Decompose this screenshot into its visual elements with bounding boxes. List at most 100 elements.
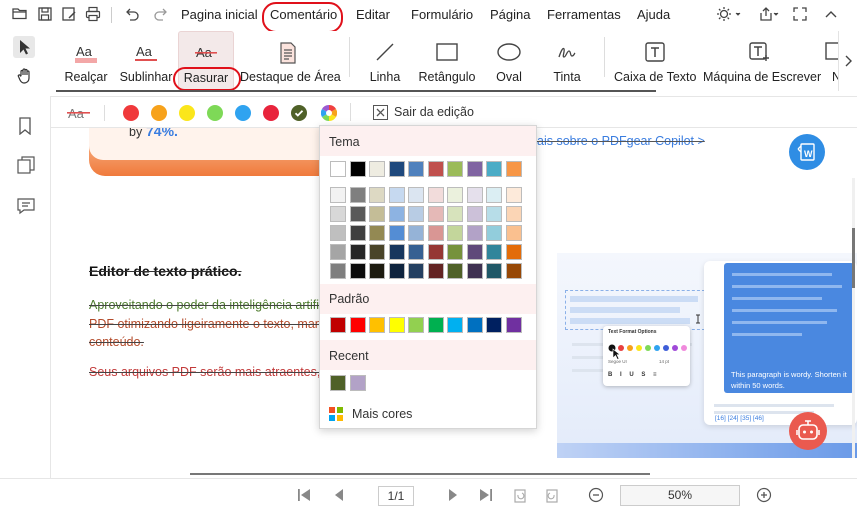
save-icon[interactable]: [37, 6, 55, 24]
zoom-level-field[interactable]: 50%: [620, 485, 740, 506]
tool-sublinhar[interactable]: Aa Sublinhar: [116, 31, 176, 91]
theme-shade-swatch[interactable]: [427, 187, 444, 203]
theme-shade-swatch[interactable]: [369, 187, 385, 203]
theme-shade-swatch[interactable]: [447, 187, 463, 203]
theme-shade-swatch[interactable]: [447, 225, 463, 241]
theme-shade-swatch[interactable]: [349, 187, 366, 203]
theme-color-swatch[interactable]: [505, 161, 522, 177]
theme-color-swatch[interactable]: [349, 161, 366, 177]
rotate-right-icon[interactable]: [544, 487, 560, 503]
theme-shade-swatch[interactable]: [408, 244, 424, 260]
selected-olive-check-icon[interactable]: [291, 105, 307, 121]
color-blue-swatch[interactable]: [235, 105, 251, 121]
tool-realcar[interactable]: Aa Realçar: [60, 31, 112, 91]
menu-formulario[interactable]: Formulário: [411, 7, 473, 22]
theme-shade-swatch[interactable]: [486, 187, 502, 203]
strikethrough-style-icon[interactable]: Aa: [67, 104, 91, 122]
theme-shade-swatch[interactable]: [505, 187, 522, 203]
ai-assistant-robot-icon[interactable]: [789, 412, 827, 450]
theme-shade-swatch[interactable]: [486, 225, 502, 241]
theme-shade-swatch[interactable]: [447, 263, 463, 279]
more-colors-link[interactable]: Mais cores: [352, 407, 412, 421]
theme-shade-swatch[interactable]: [349, 206, 366, 222]
theme-shade-swatch[interactable]: [388, 225, 405, 241]
menu-pagina-inicial[interactable]: Pagina inicial: [181, 7, 258, 22]
tool-maquina-de-escrever[interactable]: Máquina de Escrever: [703, 31, 821, 91]
exit-edit-label[interactable]: Sair da edição: [394, 105, 474, 119]
theme-color-swatch[interactable]: [330, 161, 346, 177]
open-folder-icon[interactable]: [12, 6, 30, 24]
theme-shade-swatch[interactable]: [408, 206, 424, 222]
theme-shade-swatch[interactable]: [388, 206, 405, 222]
theme-shade-swatch[interactable]: [330, 244, 346, 260]
standard-color-swatch[interactable]: [505, 317, 522, 333]
color-red-swatch[interactable]: [123, 105, 139, 121]
theme-shade-swatch[interactable]: [330, 206, 346, 222]
theme-shade-swatch[interactable]: [466, 244, 483, 260]
copilot-link[interactable]: ais sobre o PDFgear Copilot >: [537, 134, 705, 148]
page-number-input[interactable]: 1/1: [378, 486, 414, 506]
theme-color-swatch[interactable]: [408, 161, 424, 177]
theme-shade-swatch[interactable]: [349, 225, 366, 241]
color-orange-swatch[interactable]: [151, 105, 167, 121]
theme-shade-swatch[interactable]: [505, 244, 522, 260]
theme-shade-swatch[interactable]: [427, 263, 444, 279]
theme-shade-swatch[interactable]: [349, 244, 366, 260]
menu-ajuda[interactable]: Ajuda: [637, 7, 670, 22]
bookmark-icon[interactable]: [17, 117, 33, 135]
theme-color-swatch[interactable]: [369, 161, 385, 177]
theme-color-swatch[interactable]: [466, 161, 483, 177]
ribbon-scroll-right-button[interactable]: [838, 31, 857, 91]
hand-pan-icon[interactable]: [16, 67, 34, 85]
doc-vertical-scrollbar[interactable]: [852, 228, 855, 288]
recent-color-swatch[interactable]: [330, 375, 346, 391]
share-icon[interactable]: [758, 6, 779, 24]
menu-pagina[interactable]: Página: [490, 7, 530, 22]
theme-shade-swatch[interactable]: [447, 206, 463, 222]
recent-color-swatch[interactable]: [349, 375, 366, 391]
standard-color-swatch[interactable]: [349, 317, 366, 333]
theme-shade-swatch[interactable]: [466, 187, 483, 203]
theme-shade-swatch[interactable]: [505, 225, 522, 241]
theme-shade-swatch[interactable]: [349, 263, 366, 279]
menu-ferramentas[interactable]: Ferramentas: [547, 7, 621, 22]
standard-color-swatch[interactable]: [408, 317, 424, 333]
theme-shade-swatch[interactable]: [466, 263, 483, 279]
doc-horizontal-scrollbar[interactable]: [190, 473, 650, 475]
theme-shade-swatch[interactable]: [388, 263, 405, 279]
theme-shade-swatch[interactable]: [330, 225, 346, 241]
theme-shade-swatch[interactable]: [330, 263, 346, 279]
theme-shade-swatch[interactable]: [486, 244, 502, 260]
print-icon[interactable]: [85, 6, 103, 24]
redo-icon[interactable]: [153, 6, 171, 24]
color-green-swatch[interactable]: [207, 105, 223, 121]
previous-page-icon[interactable]: [332, 487, 346, 503]
standard-color-swatch[interactable]: [427, 317, 444, 333]
more-colors-icon[interactable]: [329, 407, 343, 421]
standard-color-swatch[interactable]: [466, 317, 483, 333]
color-yellow-swatch[interactable]: [179, 105, 195, 121]
tool-linha[interactable]: Linha: [362, 31, 408, 91]
standard-color-swatch[interactable]: [369, 317, 385, 333]
theme-color-swatch[interactable]: [486, 161, 502, 177]
theme-shade-swatch[interactable]: [505, 206, 522, 222]
theme-shade-swatch[interactable]: [427, 206, 444, 222]
theme-sun-icon[interactable]: [716, 6, 741, 24]
theme-shade-swatch[interactable]: [486, 206, 502, 222]
tool-retangulo[interactable]: Retângulo: [416, 31, 478, 91]
zoom-in-icon[interactable]: [756, 487, 772, 503]
color-wheel-icon[interactable]: [321, 105, 337, 121]
theme-shade-swatch[interactable]: [408, 263, 424, 279]
theme-shade-swatch[interactable]: [369, 225, 385, 241]
save-as-icon[interactable]: [61, 6, 79, 24]
next-page-icon[interactable]: [446, 487, 460, 503]
theme-shade-swatch[interactable]: [447, 244, 463, 260]
theme-shade-swatch[interactable]: [330, 187, 346, 203]
select-cursor-icon[interactable]: [13, 36, 35, 58]
undo-icon[interactable]: [124, 6, 142, 24]
tool-caixa-de-texto[interactable]: Caixa de Texto: [614, 31, 696, 91]
word-convert-icon[interactable]: W: [789, 134, 825, 170]
theme-color-swatch[interactable]: [427, 161, 444, 177]
theme-shade-swatch[interactable]: [369, 244, 385, 260]
theme-color-swatch[interactable]: [447, 161, 463, 177]
